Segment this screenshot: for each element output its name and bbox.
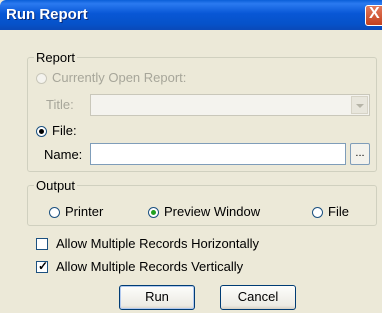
allow-horizontal-checkbox[interactable] bbox=[36, 238, 48, 250]
file-radio[interactable] bbox=[36, 126, 47, 137]
run-button[interactable]: Run bbox=[119, 285, 195, 310]
run-report-dialog: Run Report X Report Currently Open Repor… bbox=[0, 0, 382, 313]
file-output-radio[interactable] bbox=[312, 207, 323, 218]
title-bar[interactable]: Run Report X bbox=[0, 0, 382, 30]
file-output-label: File bbox=[328, 204, 349, 219]
printer-label: Printer bbox=[65, 204, 104, 219]
checkmark-icon: ✓ bbox=[38, 259, 49, 273]
printer-radio[interactable] bbox=[49, 207, 60, 218]
report-group-legend: Report bbox=[36, 50, 76, 65]
chevron-down-icon[interactable] bbox=[351, 96, 368, 114]
currently-open-report-label: Currently Open Report: bbox=[52, 70, 187, 85]
name-field[interactable] bbox=[90, 143, 346, 165]
window-title: Run Report bbox=[6, 6, 88, 23]
currently-open-report-radio[interactable] bbox=[36, 73, 47, 84]
title-label: Title: bbox=[46, 97, 74, 112]
preview-window-label: Preview Window bbox=[164, 204, 261, 219]
close-button[interactable]: X bbox=[365, 5, 382, 26]
name-label: Name: bbox=[44, 147, 83, 162]
allow-vertical-checkbox[interactable]: ✓ bbox=[36, 259, 49, 273]
cancel-button[interactable]: Cancel bbox=[220, 285, 296, 310]
output-group-legend: Output bbox=[36, 178, 76, 193]
close-icon: X bbox=[369, 5, 380, 22]
browse-button[interactable]: ... bbox=[350, 143, 370, 165]
preview-window-radio[interactable] bbox=[148, 207, 159, 218]
allow-horizontal-label: Allow Multiple Records Horizontally bbox=[56, 236, 260, 251]
file-label: File: bbox=[52, 123, 77, 138]
title-dropdown[interactable] bbox=[90, 94, 370, 116]
allow-vertical-label: Allow Multiple Records Vertically bbox=[56, 259, 244, 274]
